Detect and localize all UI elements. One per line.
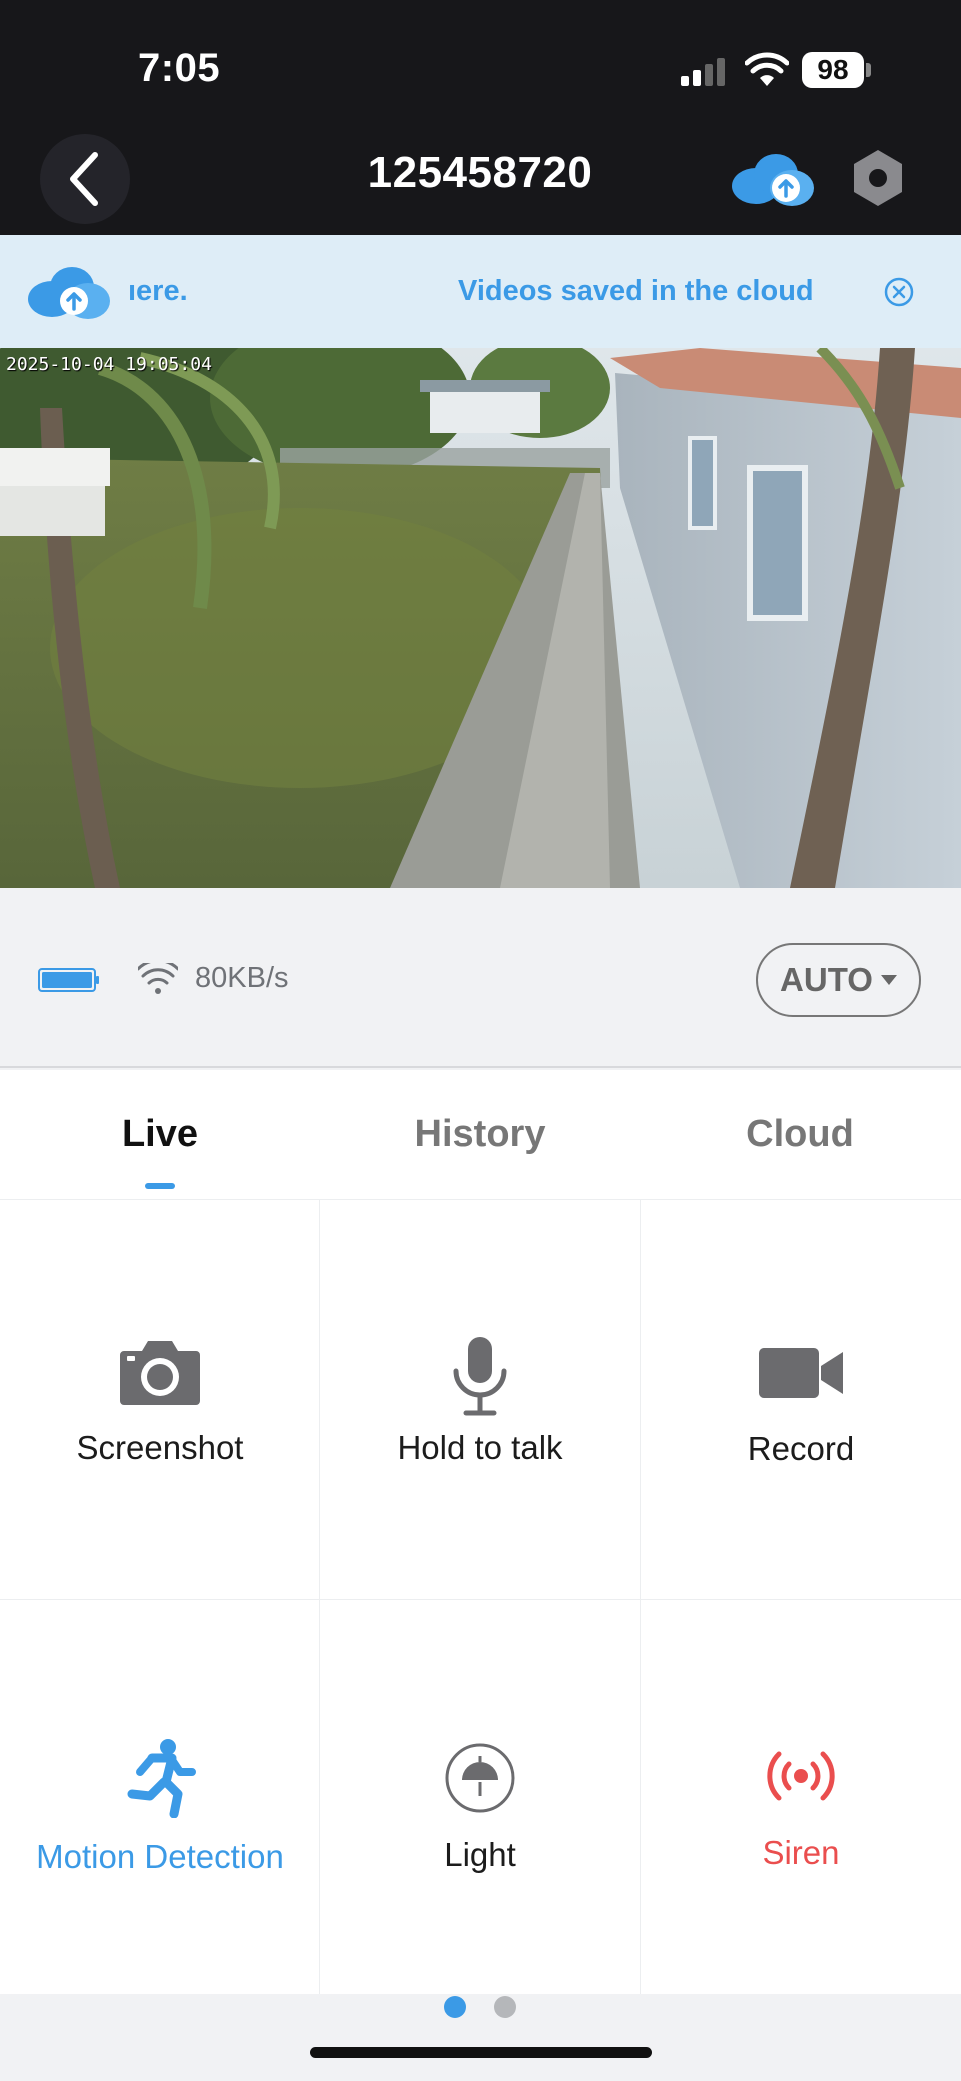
grid-divider: [640, 1200, 641, 1994]
device-battery-icon: [38, 968, 99, 992]
siren-button[interactable]: Siren: [641, 1744, 961, 1872]
hold-to-talk-label: Hold to talk: [397, 1429, 563, 1466]
back-button[interactable]: [40, 134, 130, 224]
record-button[interactable]: Record: [641, 1346, 961, 1468]
status-time: 7:05: [138, 46, 221, 90]
cloud-upload-icon[interactable]: [728, 150, 818, 210]
lamp-icon: [445, 1743, 515, 1813]
cloud-banner[interactable]: ıere. Videos saved in the cloud: [0, 235, 961, 348]
banner-scroll-text: ıere.: [128, 275, 188, 307]
cloud-upload-icon: [28, 267, 110, 319]
live-video-feed[interactable]: 2025-10-04 19:05:04: [0, 348, 961, 888]
close-icon[interactable]: [883, 276, 915, 308]
motion-detection-label: Motion Detection: [36, 1838, 284, 1875]
running-person-icon: [127, 1739, 196, 1818]
screenshot-label: Screenshot: [76, 1429, 244, 1466]
motion-detection-button[interactable]: Motion Detection: [0, 1738, 320, 1876]
bitrate-readout: 80KB/s: [195, 962, 289, 994]
banner-message[interactable]: Videos saved in the cloud: [458, 235, 814, 348]
home-indicator: [310, 2047, 652, 2058]
device-title: 125458720: [367, 148, 593, 197]
light-label: Light: [444, 1836, 516, 1873]
camera-icon: [120, 1341, 200, 1405]
wifi-signal-icon: [138, 963, 178, 994]
settings-icon[interactable]: [852, 148, 904, 208]
record-label: Record: [747, 1430, 855, 1467]
page-dot-active[interactable]: [444, 1996, 466, 2018]
siren-icon: [767, 1751, 835, 1801]
tab-history[interactable]: History: [320, 1070, 640, 1200]
hold-to-talk-button[interactable]: Hold to talk: [320, 1335, 640, 1467]
video-camera-icon: [759, 1348, 843, 1398]
tab-live[interactable]: Live: [0, 1070, 320, 1200]
video-timestamp: 2025-10-04 19:05:04: [6, 354, 212, 375]
cellular-signal-icon: [681, 58, 725, 86]
caret-down-icon: [880, 975, 897, 985]
battery-nub: [866, 63, 871, 77]
camera-scene: [0, 348, 961, 888]
battery-level: 98: [802, 52, 864, 88]
siren-label: Siren: [762, 1834, 840, 1871]
top-bar: 7:05 98 125458720: [0, 0, 961, 235]
chevron-left-icon: [70, 152, 98, 206]
screenshot-button[interactable]: Screenshot: [0, 1335, 320, 1467]
microphone-icon: [453, 1337, 507, 1416]
quality-select[interactable]: AUTO: [756, 943, 921, 1017]
active-tab-indicator: [145, 1183, 175, 1189]
light-button[interactable]: Light: [320, 1742, 640, 1874]
tab-bar: Live History Cloud: [0, 1070, 961, 1200]
grid-divider: [0, 1599, 961, 1600]
page-dot[interactable]: [494, 1996, 516, 2018]
pager-footer: [0, 1994, 961, 2081]
wifi-icon: [745, 52, 789, 86]
tab-cloud[interactable]: Cloud: [640, 1070, 960, 1200]
quality-label: AUTO: [780, 961, 873, 998]
